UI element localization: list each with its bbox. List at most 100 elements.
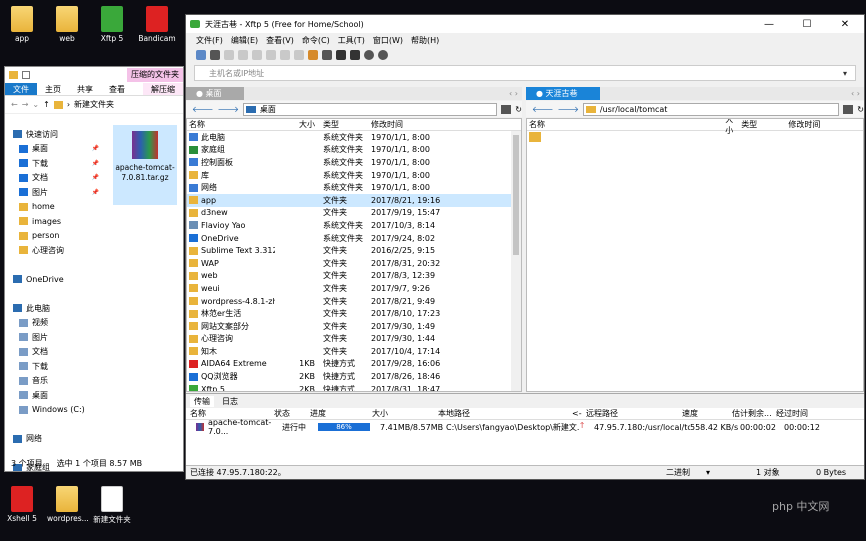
file-row[interactable]: Xftp 5 2KB 快捷方式 2017/8/31, 18:47 (187, 383, 521, 391)
transfer-col-header[interactable]: 经过时间 (776, 408, 816, 419)
col-type-header[interactable]: 类型 (737, 119, 784, 130)
tab-scroll-arrows[interactable]: ‹ › (509, 89, 518, 98)
nav-item[interactable]: 图片 (5, 330, 103, 345)
col-name-header[interactable]: 名称 (527, 119, 723, 130)
file-row[interactable]: 库 系统文件夹 1970/1/1, 8:00 (187, 169, 521, 182)
file-row[interactable]: weui 文件夹 2017/9/7, 9:26 (187, 282, 521, 295)
file-row[interactable]: 知木 文件夹 2017/10/4, 17:14 (187, 345, 521, 358)
nav-item[interactable]: home (5, 200, 103, 215)
nav-item[interactable]: 下载 📌 (5, 156, 103, 171)
chevron-down-icon[interactable]: ▾ (843, 69, 847, 78)
nav-item[interactable]: 视频 (5, 316, 103, 331)
properties-icon[interactable] (22, 71, 30, 79)
right-path-input[interactable]: /usr/local/tomcat (582, 102, 840, 116)
back-arrow-icon[interactable]: 🡐 (532, 104, 553, 114)
transfer-col-header[interactable]: 进度 (310, 408, 372, 419)
col-date-header[interactable]: 修改时间 (784, 119, 863, 130)
back-arrow-icon[interactable]: ← (11, 100, 18, 109)
file-row[interactable]: Sublime Text 3.312... 文件夹 2016/2/25, 9:15 (187, 244, 521, 257)
paste-icon[interactable] (294, 50, 304, 60)
nav-item[interactable]: 文档 (5, 345, 103, 360)
desktop-icon-app[interactable]: app (2, 6, 42, 43)
file-row[interactable]: 控制面板 系统文件夹 1970/1/1, 8:00 (187, 156, 521, 169)
host-input[interactable]: 主机名或IP地址 ▾ (194, 65, 856, 81)
menu-item[interactable]: 工具(T) (338, 35, 365, 46)
nav-item[interactable]: OneDrive (5, 272, 103, 287)
refresh-icon[interactable]: ↻ (857, 105, 864, 114)
nav-item[interactable]: 快速访问 (5, 127, 103, 142)
file-row[interactable]: OneDrive 系统文件夹 2017/9/24, 8:02 (187, 232, 521, 245)
desktop-icon-bandicam[interactable]: Bandicam (137, 6, 177, 43)
back-arrow-icon[interactable]: 🡐 (192, 104, 213, 114)
forward-arrow-icon[interactable]: 🡒 (557, 104, 578, 114)
left-path-input[interactable]: 桌面 (242, 102, 498, 116)
up-arrow-icon[interactable]: ↑ (43, 100, 50, 109)
tab-transfers[interactable]: 传输 (190, 395, 214, 407)
file-row[interactable]: wordpress-4.8.1-zh... 文件夹 2017/8/21, 9:49 (187, 295, 521, 308)
ribbon-context-tab[interactable]: 压缩的文件夹 (127, 68, 183, 82)
close-button[interactable]: ✕ (826, 19, 864, 30)
tab-local-desktop[interactable]: ● 桌面 (186, 87, 244, 100)
ribbon-tab-share[interactable]: 共享 (69, 83, 101, 95)
breadcrumb[interactable]: 新建文件夹 (74, 99, 114, 110)
maximize-button[interactable]: ☐ (788, 19, 826, 30)
file-row[interactable]: 网络 系统文件夹 1970/1/1, 8:00 (187, 181, 521, 194)
forward-arrow-icon[interactable]: 🡒 (217, 104, 238, 114)
link-icon[interactable] (224, 50, 234, 60)
menu-item[interactable]: 命令(C) (302, 35, 330, 46)
file-row[interactable]: Flavioy Yao 系统文件夹 2017/10/3, 8:14 (187, 219, 521, 232)
ribbon-tab-home[interactable]: 主页 (37, 83, 69, 95)
tab-log[interactable]: 日志 (222, 396, 238, 407)
menu-item[interactable]: 帮助(H) (411, 35, 439, 46)
transfer-col-header[interactable]: 大小 (372, 408, 438, 419)
copy-icon[interactable] (280, 50, 290, 60)
nav-item[interactable]: 桌面 (5, 388, 103, 403)
globe-icon[interactable] (322, 50, 332, 60)
tab-remote-session[interactable]: ● 天涯古巷 (526, 87, 600, 100)
refresh-icon[interactable]: ↻ (515, 105, 522, 114)
vertical-scrollbar[interactable] (511, 131, 521, 391)
menu-item[interactable]: 查看(V) (266, 35, 294, 46)
file-row[interactable]: web 文件夹 2017/8/3, 12:39 (187, 270, 521, 283)
nav-item[interactable]: 心理咨询 (5, 243, 103, 258)
transfer-row[interactable]: apache-tomcat-7.0... 进行中 86% 7.41MB/8.57… (186, 418, 864, 436)
desktop-icon-web[interactable]: web (47, 6, 87, 43)
forward-arrow-icon[interactable]: → (22, 100, 29, 109)
nav-item[interactable]: 此电脑 (5, 301, 103, 316)
folder-up-icon[interactable] (843, 104, 854, 114)
sync-icon[interactable] (308, 50, 318, 60)
desktop-icon-new-folder[interactable]: 新建文件夹 (92, 486, 132, 525)
nav-item[interactable]: 桌面 📌 (5, 142, 103, 157)
disconnect-icon[interactable] (238, 50, 248, 60)
transfer-icon[interactable] (266, 50, 276, 60)
desktop-icon-xftp[interactable]: Xftp 5 (92, 6, 132, 43)
nav-item[interactable]: person (5, 229, 103, 244)
new-session-icon[interactable] (196, 50, 206, 60)
ribbon-tab-view[interactable]: 查看 (101, 83, 133, 95)
help-icon[interactable] (378, 50, 388, 60)
desktop-icon-wordpress[interactable]: wordpres... (47, 486, 89, 523)
nav-item[interactable]: 网络 (5, 432, 103, 447)
col-type-header[interactable]: 类型 (319, 119, 367, 130)
folder-up-icon[interactable] (501, 104, 512, 114)
transfer-col-header[interactable]: <- (572, 409, 586, 418)
transfer-col-header[interactable]: 远程路径 (586, 408, 682, 419)
gear-icon[interactable] (364, 50, 374, 60)
nav-item[interactable]: 下载 (5, 359, 103, 374)
nav-item[interactable]: 文档 📌 (5, 171, 103, 186)
file-row[interactable]: WAP 文件夹 2017/8/31, 20:32 (187, 257, 521, 270)
key-icon[interactable] (350, 50, 360, 60)
nav-item[interactable]: 图片 📌 (5, 185, 103, 200)
transfer-col-header[interactable]: 速度 (682, 408, 732, 419)
refresh-icon[interactable] (252, 50, 262, 60)
file-row[interactable]: d3new 文件夹 2017/9/19, 15:47 (187, 207, 521, 220)
file-row[interactable]: 林范er生活 文件夹 2017/8/10, 17:23 (187, 307, 521, 320)
file-row[interactable]: app 文件夹 2017/8/21, 19:16 (187, 193, 521, 207)
file-row[interactable]: QQ浏览器 2KB 快捷方式 2017/8/26, 18:46 (187, 370, 521, 383)
file-row[interactable]: 网站文案部分 文件夹 2017/9/30, 1:49 (187, 320, 521, 333)
transfer-col-header[interactable]: 估计剩余... (732, 408, 776, 419)
tab-scroll-arrows[interactable]: ‹ › (851, 89, 860, 98)
menu-item[interactable]: 文件(F) (196, 35, 223, 46)
menu-item[interactable]: 窗口(W) (373, 35, 403, 46)
file-row[interactable]: 此电脑 系统文件夹 1970/1/1, 8:00 (187, 131, 521, 144)
